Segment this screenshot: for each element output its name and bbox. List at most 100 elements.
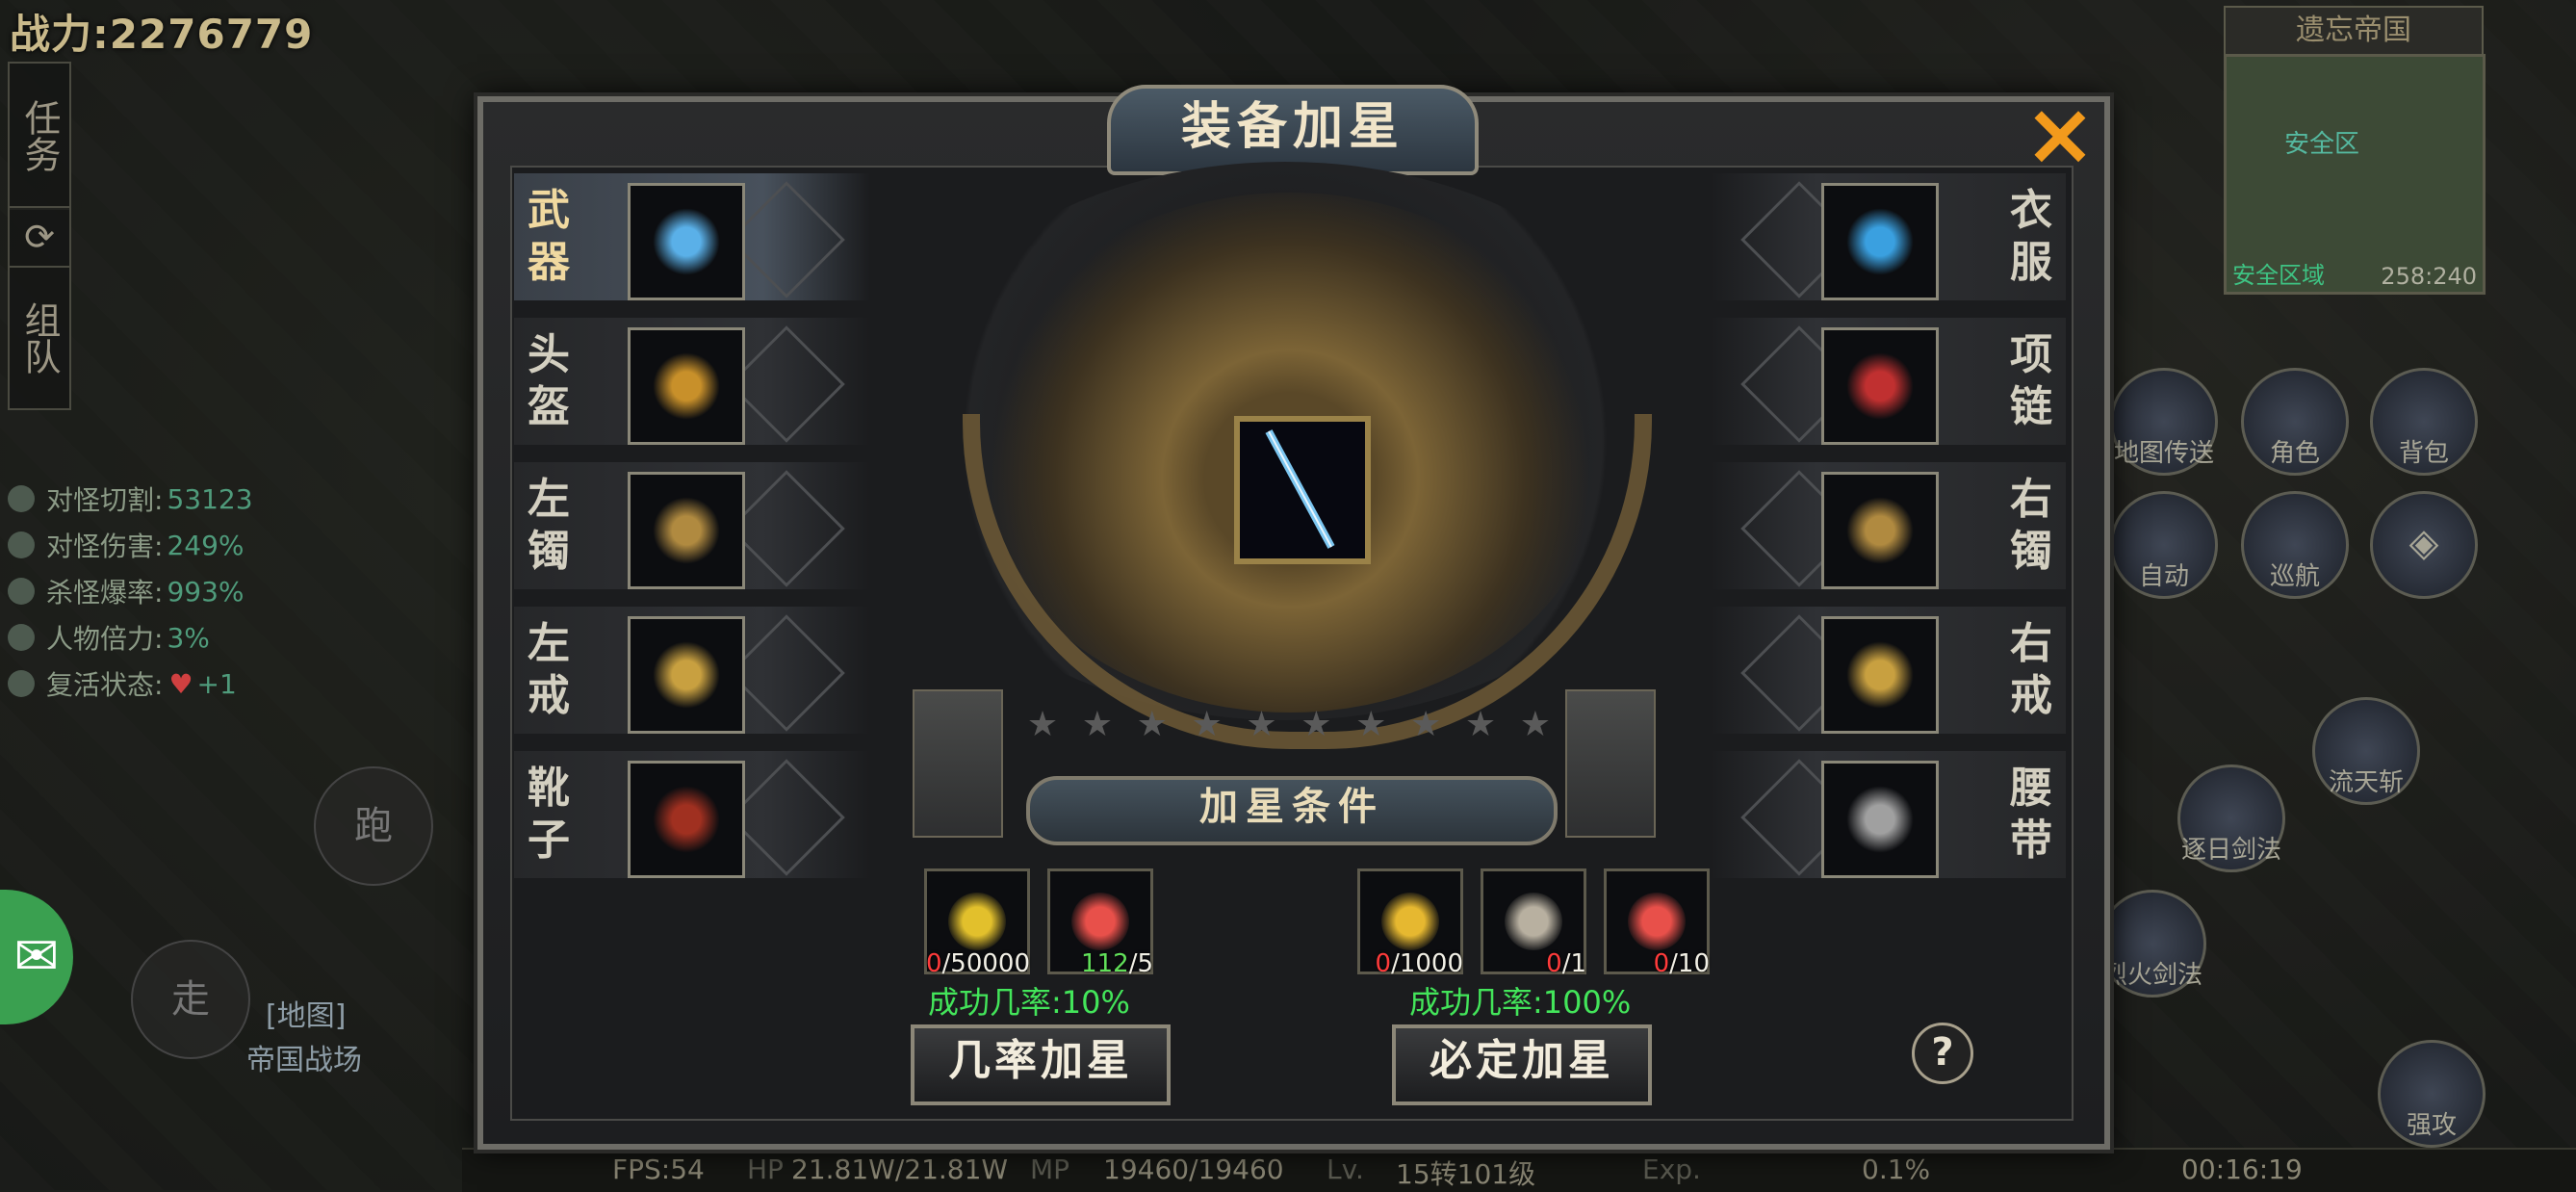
equipment-slot-right[interactable]: 右戒: [1710, 607, 2066, 734]
equipment-slot-right[interactable]: 项链: [1710, 318, 2066, 445]
slot-item-box[interactable]: [628, 472, 745, 589]
slot-label: 武器: [528, 186, 570, 287]
material-cell: 0/50000: [924, 868, 1030, 978]
stat-row: 对怪伤害: 249%: [8, 522, 253, 568]
slot-label: 腰带: [2010, 764, 2052, 865]
hammer-icon: [1505, 893, 1562, 950]
sword-icon: [1265, 429, 1335, 549]
slot-label: 靴子: [528, 764, 570, 865]
slot-frame-ornament: [728, 325, 845, 443]
bag-button[interactable]: 背包: [2370, 368, 2478, 476]
power-icon: [8, 624, 35, 651]
chance-success-rate: 成功几率:10%: [928, 984, 1130, 1021]
equipment-slot-right[interactable]: 腰带: [1710, 751, 2066, 878]
map-teleport-button[interactable]: 地图传送: [2110, 368, 2218, 476]
mp-label: MP: [1030, 1153, 1070, 1185]
material-count: 0/1: [1546, 949, 1586, 978]
guaranteed-star-button[interactable]: 必定加星: [1392, 1024, 1652, 1105]
star-icon: ★: [1355, 705, 1387, 744]
star-icon: ★: [1136, 705, 1168, 744]
left-pillar-ornament: [913, 689, 1003, 838]
chance-star-button[interactable]: 几率加星: [911, 1024, 1171, 1105]
slot-frame-ornament: [728, 614, 845, 732]
slot-label: 右镯: [2010, 475, 2052, 576]
skill-label: 逐日剑法: [2180, 836, 2281, 865]
task-label: 任务: [18, 99, 61, 172]
skill-button[interactable]: 流天斩: [2312, 697, 2420, 805]
star-icon: ★: [1464, 705, 1497, 744]
star-icon: ★: [1409, 705, 1442, 744]
auto-button[interactable]: 自动: [2110, 491, 2218, 599]
stat-value: 249%: [167, 529, 245, 561]
help-icon[interactable]: ?: [1912, 1023, 1973, 1084]
slot-item-box[interactable]: [628, 183, 745, 300]
skill-label: 强攻: [2406, 1111, 2457, 1140]
cruise-button[interactable]: 巡航: [2241, 491, 2349, 599]
equipment-item-icon: [653, 641, 720, 709]
slot-item-box[interactable]: [628, 616, 745, 734]
zone-label: 安全区域: [2232, 262, 2325, 289]
required-amount: /1000: [1391, 949, 1463, 978]
equipment-slot-left[interactable]: 左镯: [514, 462, 870, 589]
red-orb-icon: [1071, 893, 1129, 950]
equipment-slot-left[interactable]: 左戒: [514, 607, 870, 734]
slot-label: 项链: [2010, 330, 2052, 431]
skill-button[interactable]: 烈火剑法: [2099, 890, 2206, 998]
selected-equipment-slot[interactable]: [1234, 416, 1371, 564]
menu-diamond-icon[interactable]: ◈: [2370, 491, 2478, 599]
skill-button[interactable]: 逐日剑法: [2177, 764, 2285, 872]
slot-item-box[interactable]: [1821, 327, 1939, 445]
equipment-item-icon: [1846, 352, 1914, 420]
equipment-slot-left[interactable]: 头盔: [514, 318, 870, 445]
slot-item-box[interactable]: [1821, 761, 1939, 878]
revive-icon: [8, 670, 35, 697]
refresh-icon[interactable]: ⟳: [8, 206, 71, 268]
combat-power: 战力:2276779: [10, 11, 314, 58]
required-amount: /5: [1128, 949, 1153, 978]
stat-row: 复活状态: ♥ +1: [8, 661, 253, 707]
close-icon[interactable]: ×: [2020, 91, 2100, 178]
guaranteed-success-rate: 成功几率:100%: [1409, 984, 1632, 1021]
material-cell: 0/10: [1604, 868, 1710, 978]
material-count: 0/50000: [926, 949, 1030, 978]
task-button[interactable]: 任务: [8, 62, 71, 210]
slot-label: 头盔: [528, 330, 570, 431]
equipment-slot-left[interactable]: 靴子: [514, 751, 870, 878]
equipment-item-icon: [1846, 786, 1914, 853]
stat-value: 3%: [167, 621, 210, 654]
skill-button[interactable]: 强攻: [2378, 1040, 2486, 1148]
stat-label: 对怪伤害:: [46, 531, 164, 562]
star-level-row: ★ ★ ★ ★ ★ ★ ★ ★ ★ ★: [1026, 705, 1552, 753]
equipment-slot-right[interactable]: 衣服: [1710, 173, 2066, 300]
slot-frame-ornament: [728, 470, 845, 587]
minimap[interactable]: 安全区 安全区域 258:240: [2224, 54, 2486, 295]
team-button[interactable]: 组队: [8, 266, 71, 410]
slot-item-box[interactable]: [628, 761, 745, 878]
run-button[interactable]: 跑: [314, 766, 433, 886]
clock: 00:16:19: [2181, 1153, 2303, 1185]
owned-amount: 0: [925, 949, 942, 978]
damage-icon: [8, 531, 35, 558]
slot-label: 左镯: [528, 475, 570, 576]
slot-item-box[interactable]: [1821, 472, 1939, 589]
gold-pile-icon: [948, 893, 1006, 950]
slot-item-box[interactable]: [628, 327, 745, 445]
drop-rate-icon: [8, 578, 35, 605]
equipment-slot-right[interactable]: 右镯: [1710, 462, 2066, 589]
map-link[interactable]: [地图]: [266, 992, 346, 1034]
red-orb-icon: [1628, 893, 1686, 950]
character-button[interactable]: 角色: [2241, 368, 2349, 476]
walk-button[interactable]: 走: [131, 940, 250, 1059]
equipment-item-icon: [653, 352, 720, 420]
button-label: 地图传送: [2113, 439, 2214, 468]
required-amount: /50000: [941, 949, 1030, 978]
attribute-list: 对怪切割: 53123 对怪伤害: 249% 杀怪爆率: 993% 人物倍力: 3% 复…: [8, 476, 253, 707]
stat-label: 杀怪爆率:: [46, 577, 164, 609]
coordinates: 258:240: [2381, 263, 2477, 290]
owned-amount: 112: [1081, 949, 1129, 978]
slot-item-box[interactable]: [1821, 183, 1939, 300]
exp-label: Exp.: [1642, 1153, 1701, 1185]
equipment-slot-left[interactable]: 武器: [514, 173, 870, 300]
slot-item-box[interactable]: [1821, 616, 1939, 734]
star-icon: ★: [1301, 705, 1332, 744]
